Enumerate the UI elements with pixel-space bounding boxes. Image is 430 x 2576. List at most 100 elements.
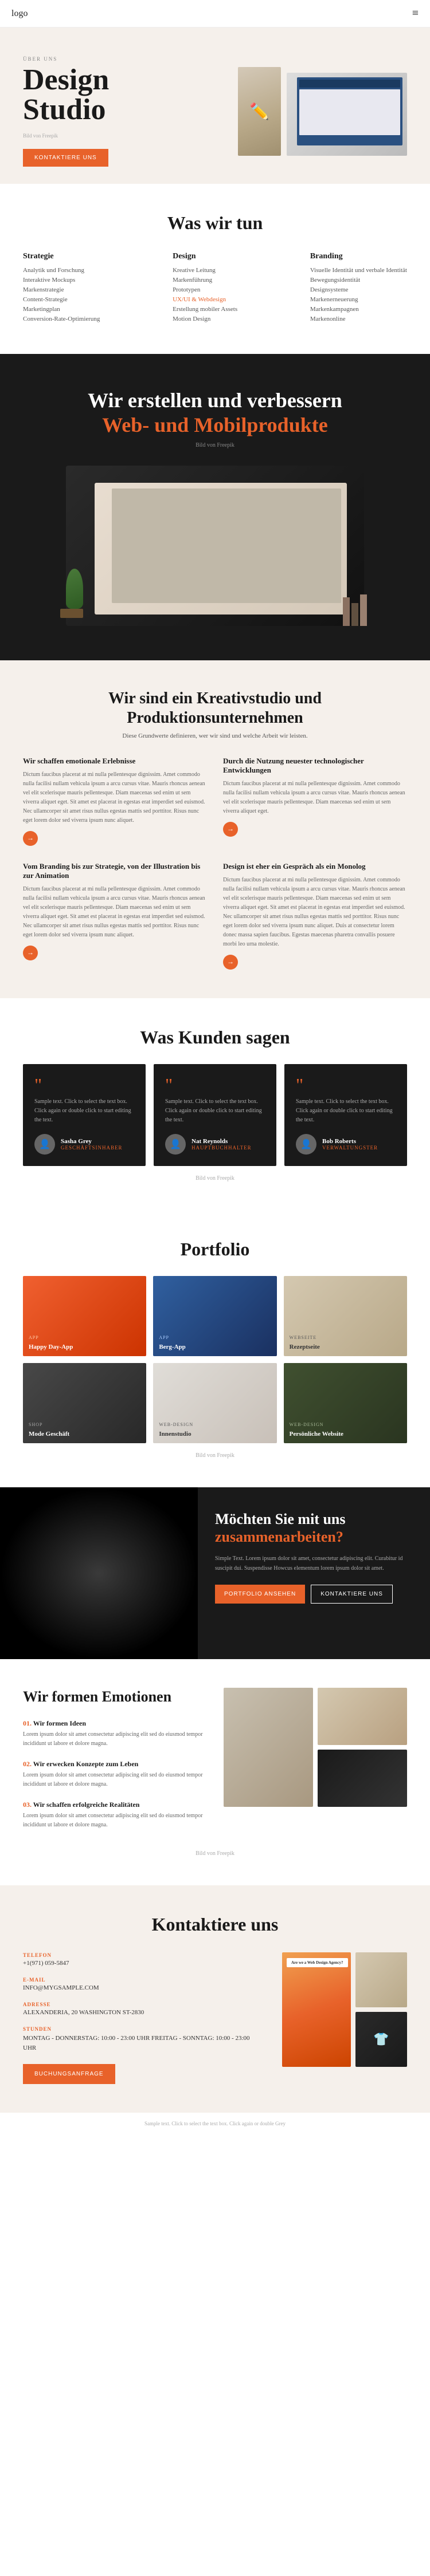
- portfolio-name: Berg-App: [159, 1344, 185, 1350]
- books-decoration: [343, 594, 367, 626]
- kreativ-icon: →: [223, 955, 238, 970]
- step-text: Lorem ipsum dolor sit amet consectetur a…: [23, 1771, 206, 1789]
- portfolio-item-6[interactable]: WEB-DESIGN Persönliche Website: [284, 1363, 407, 1443]
- portfolio-item-2[interactable]: APP Berg-App: [153, 1276, 276, 1356]
- kreativ-item-title: Durch die Nutzung neuester technologisch…: [223, 757, 407, 775]
- kontakt-item-stunden: STUNDEN MONTAG - DONNERSTAG: 10:00 - 23:…: [23, 2026, 259, 2054]
- hero-laptop-image: [287, 73, 407, 156]
- laptop-inner: [95, 483, 347, 615]
- kreativ-title: Wir sind ein Kreativstudio und Produktio…: [23, 689, 407, 727]
- kreativ-item-2: Durch die Nutzung neuester technologisch…: [223, 757, 407, 846]
- testimonial-text: Sample text. Click to select the text bo…: [296, 1097, 396, 1125]
- portfolio-item-4[interactable]: SHOP Mode Geschäft: [23, 1363, 146, 1443]
- nav-logo: logo: [11, 9, 28, 19]
- cta-buttons: PORTFOLIO ANSEHEN KONTAKTIERE UNS: [215, 1585, 413, 1604]
- author-avatar: 👤: [165, 1134, 186, 1155]
- design-heading: Design: [173, 252, 237, 261]
- portfolio-item-1[interactable]: APP Happy Day-App: [23, 1276, 146, 1356]
- hero-pencils-image: ✏️: [238, 67, 281, 156]
- wir-formen-section: Wir formen Emotionen 01. Wir formen Idee…: [0, 1659, 430, 1885]
- service-item: Markenstrategie: [23, 286, 100, 293]
- kreativ-item-title: Design ist eher ein Gespräch als ein Mon…: [223, 862, 407, 871]
- hero-cta-button[interactable]: KONTAKTIERE UNS: [23, 149, 108, 167]
- hero-content: ÜBER UNS Design Studio Bild von Freepik …: [23, 56, 109, 167]
- author-avatar: 👤: [296, 1134, 316, 1155]
- kontakt-item-email: E-MAIL INFO@MYGSAMPLE.COM: [23, 1977, 259, 1991]
- laptop-showcase: [66, 466, 364, 626]
- kontakt-value: INFO@MYGSAMPLE.COM: [23, 1984, 259, 1991]
- wir-formen-title: Wir formen Emotionen: [23, 1688, 206, 1705]
- hero-label: ÜBER UNS: [23, 56, 109, 62]
- kontakt-left: TELEFON +1(971) 059-5847 E-MAIL INFO@MYG…: [23, 1952, 259, 2084]
- kreativ-icon: →: [23, 831, 38, 846]
- quote-mark: ": [34, 1076, 134, 1094]
- service-item: UX/UI & Webdesign: [173, 296, 237, 303]
- portfolio-grid: APP Happy Day-App APP Berg-App WEBSEITE …: [23, 1276, 407, 1443]
- contact-side-images: 👕: [355, 1952, 407, 2067]
- wir-formen-step-3: 03. Wir schaffen erfolgreiche Realitäten…: [23, 1801, 206, 1830]
- wir-erstellen-section: Wir erstellen und verbessern Web- und Mo…: [0, 354, 430, 660]
- wir-formen-step-2: 02. Wir erwecken Konzepte zum Leben Lore…: [23, 1760, 206, 1789]
- kontakt-title: Kontaktiere uns: [23, 1914, 407, 1935]
- kontakt-label: ADRESSE: [23, 2002, 259, 2007]
- testimonial-text: Sample text. Click to select the text bo…: [165, 1097, 265, 1125]
- hero-title: Design Studio: [23, 65, 109, 125]
- kreativ-subtitle: Diese Grundwerte definieren, wer wir sin…: [23, 732, 407, 739]
- was-wir-tun-title: Was wir tun: [23, 212, 407, 234]
- author-role: GESCHÄFTSINHABER: [61, 1145, 123, 1151]
- service-item: Markenerneuerung: [310, 296, 407, 303]
- kreativ-grid: Wir schaffen emotionale Erlebnisse Dictu…: [23, 757, 407, 970]
- portfolio-name: Rezeptseite: [290, 1344, 320, 1350]
- kontakt-value: ALEXANDERIA, 20 WASHINGTON ST-2830: [23, 2009, 259, 2016]
- step-text: Lorem ipsum dolor sit amet consectetur a…: [23, 1730, 206, 1748]
- kreativ-item-4: Design ist eher ein Gespräch als ein Mon…: [223, 862, 407, 970]
- wir-formen-step-1: 01. Wir formen Ideen Lorem ipsum dolor s…: [23, 1719, 206, 1748]
- portfolio-tag: WEBSEITE: [290, 1335, 320, 1340]
- cta-highlight: zusammenarbeiten?: [215, 1529, 343, 1545]
- wir-formen-caption: Bild von Freepik: [23, 1850, 407, 1857]
- kunden-title: Was Kunden sagen: [23, 1027, 407, 1048]
- cta-section: Möchten Sie mit uns zusammenarbeiten? Si…: [0, 1487, 430, 1659]
- step-text: Lorem ipsum dolor sit amet consectetur a…: [23, 1811, 206, 1830]
- portfolio-name: Innenstudio: [159, 1431, 191, 1437]
- service-item: Erstellung mobiler Assets: [173, 306, 237, 313]
- wir-erstellen-highlight: Web- und Mobilprodukte: [102, 413, 327, 436]
- author-role: VERWALTUNGSTER: [322, 1145, 378, 1151]
- formen-image-1: [318, 1688, 407, 1745]
- wir-formen-grid: Wir formen Emotionen 01. Wir formen Idee…: [23, 1688, 407, 1841]
- portfolio-item-5[interactable]: WEB-DESIGN Innenstudio: [153, 1363, 276, 1443]
- kontakt-item-telefon: TELEFON +1(971) 059-5847: [23, 1952, 259, 1967]
- was-wir-tun-section: Was wir tun Strategie Analytik und Forsc…: [0, 184, 430, 354]
- kreativ-item-title: Wir schaffen emotionale Erlebnisse: [23, 757, 207, 766]
- hamburger-menu-icon[interactable]: ≡: [412, 7, 419, 20]
- kontakt-section: Kontaktiere uns TELEFON +1(971) 059-5847…: [0, 1885, 430, 2113]
- testimonials-grid: " Sample text. Click to select the text …: [23, 1064, 407, 1166]
- portfolio-tag: SHOP: [29, 1422, 69, 1427]
- service-item: Markenonline: [310, 316, 407, 322]
- kreativ-section: Wir sind ein Kreativstudio und Produktio…: [0, 660, 430, 998]
- portfolio-item-3[interactable]: WEBSEITE Rezeptseite: [284, 1276, 407, 1356]
- cta-title: Möchten Sie mit uns zusammenarbeiten?: [215, 1510, 413, 1546]
- wir-formen-steps: 01. Wir formen Ideen Lorem ipsum dolor s…: [23, 1719, 206, 1830]
- contact-person-image: Are we a Web Design Agency?: [282, 1952, 351, 2067]
- kontakt-value: MONTAG - DONNERSTAG: 10:00 - 23:00 UHR F…: [23, 2034, 259, 2054]
- kontakt-value: +1(971) 059-5847: [23, 1960, 259, 1967]
- kreativ-item-1: Wir schaffen emotionale Erlebnisse Dictu…: [23, 757, 207, 846]
- wir-formen-left: Wir formen Emotionen 01. Wir formen Idee…: [23, 1688, 206, 1841]
- testimonial-text: Sample text. Click to select the text bo…: [34, 1097, 134, 1125]
- kreativ-item-3: Vom Branding bis zur Strategie, von der …: [23, 862, 207, 970]
- service-item: Designsysteme: [310, 286, 407, 293]
- cta-contact-button[interactable]: KONTAKTIERE UNS: [311, 1585, 393, 1604]
- service-col-branding: Branding Visuelle Identität und verbale …: [310, 252, 407, 325]
- testimonial-author: 👤 Bob Roberts VERWALTUNGSTER: [296, 1134, 396, 1155]
- kreativ-item-text: Dictum faucibus placerat at mi nulla pel…: [223, 876, 407, 949]
- kreativ-item-text: Dictum faucibus placerat at mi nulla pel…: [23, 770, 207, 825]
- testimonial-author: 👤 Sasha Grey GESCHÄFTSINHABER: [34, 1134, 134, 1155]
- service-item: Kreative Leitung: [173, 267, 237, 274]
- hero-section: ÜBER UNS Design Studio Bild von Freepik …: [0, 27, 430, 184]
- cta-content: Möchten Sie mit uns zusammenarbeiten? Si…: [198, 1487, 430, 1659]
- kontakt-item-adresse: ADRESSE ALEXANDERIA, 20 WASHINGTON ST-28…: [23, 2002, 259, 2016]
- cta-portfolio-button[interactable]: PORTFOLIO ANSEHEN: [215, 1585, 305, 1604]
- buchungsanfrage-button[interactable]: BUCHUNGSANFRAGE: [23, 2064, 115, 2084]
- quote-mark: ": [296, 1076, 396, 1094]
